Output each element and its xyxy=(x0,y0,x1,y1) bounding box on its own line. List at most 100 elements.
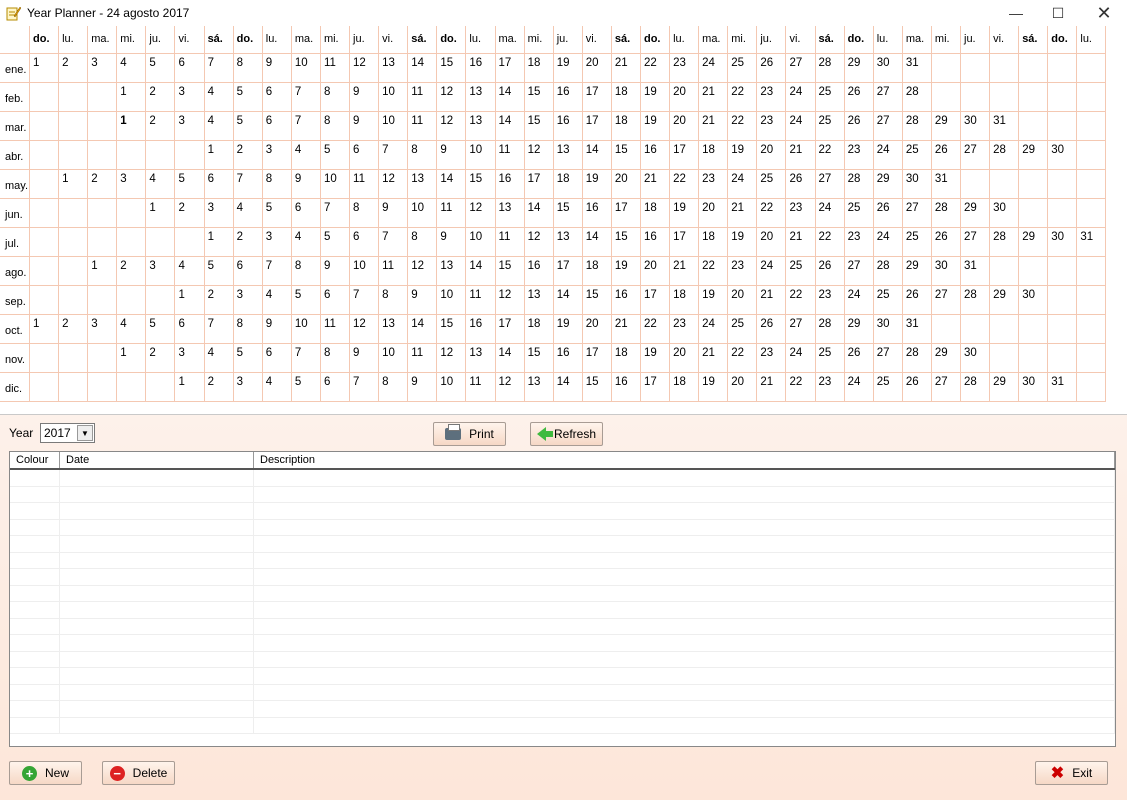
day-cell[interactable]: 15 xyxy=(437,315,467,344)
day-cell[interactable]: 9 xyxy=(379,199,409,228)
day-cell[interactable]: 15 xyxy=(611,228,641,257)
day-cell[interactable]: 28 xyxy=(961,286,991,315)
table-cell[interactable] xyxy=(254,536,1115,552)
print-button[interactable]: Print xyxy=(433,422,506,446)
day-cell[interactable]: 13 xyxy=(466,344,496,373)
day-cell[interactable]: 18 xyxy=(553,170,583,199)
day-cell[interactable]: 11 xyxy=(320,54,351,83)
day-cell[interactable]: 23 xyxy=(757,83,787,112)
day-cell[interactable]: 3 xyxy=(175,344,205,373)
day-cell[interactable]: 7 xyxy=(379,228,409,257)
day-cell[interactable]: 6 xyxy=(320,286,351,315)
day-cell[interactable]: 30 xyxy=(902,170,932,199)
table-cell[interactable] xyxy=(254,635,1115,651)
day-cell[interactable]: 6 xyxy=(262,83,292,112)
day-cell[interactable]: 12 xyxy=(524,141,554,170)
day-cell[interactable]: 7 xyxy=(291,344,321,373)
day-cell[interactable]: 10 xyxy=(379,83,409,112)
day-cell[interactable]: 7 xyxy=(233,170,263,199)
day-cell[interactable]: 19 xyxy=(640,112,671,141)
day-cell[interactable]: 2 xyxy=(175,199,205,228)
day-cell[interactable]: 21 xyxy=(699,83,729,112)
day-cell[interactable]: 24 xyxy=(844,373,874,402)
table-cell[interactable] xyxy=(60,701,254,717)
day-cell[interactable]: 2 xyxy=(204,373,234,402)
table-cell[interactable] xyxy=(10,684,60,700)
day-cell[interactable]: 18 xyxy=(611,344,641,373)
day-cell[interactable]: 4 xyxy=(117,315,147,344)
minimize-button[interactable]: — xyxy=(996,0,1036,26)
day-cell[interactable]: 13 xyxy=(437,257,467,286)
day-cell[interactable]: 3 xyxy=(117,170,147,199)
day-cell[interactable]: 23 xyxy=(757,112,787,141)
day-cell[interactable]: 11 xyxy=(466,286,496,315)
day-cell[interactable]: 3 xyxy=(146,257,176,286)
day-cell[interactable]: 4 xyxy=(291,141,321,170)
day-cell[interactable]: 29 xyxy=(873,170,903,199)
day-cell[interactable]: 7 xyxy=(204,54,234,83)
day-cell[interactable]: 25 xyxy=(815,112,845,141)
day-cell[interactable]: 24 xyxy=(786,83,816,112)
day-cell[interactable]: 10 xyxy=(466,228,496,257)
day-cell[interactable]: 2 xyxy=(146,112,176,141)
day-cell[interactable]: 29 xyxy=(990,286,1020,315)
day-cell[interactable]: 16 xyxy=(553,83,583,112)
day-cell[interactable]: 4 xyxy=(175,257,205,286)
day-cell[interactable]: 5 xyxy=(146,54,176,83)
day-cell[interactable]: 24 xyxy=(699,54,729,83)
day-cell[interactable]: 13 xyxy=(466,112,496,141)
day-cell[interactable]: 4 xyxy=(262,286,292,315)
day-cell[interactable]: 15 xyxy=(582,286,612,315)
day-cell[interactable]: 15 xyxy=(524,112,554,141)
day-cell[interactable]: 25 xyxy=(815,83,845,112)
day-cell[interactable]: 29 xyxy=(931,112,961,141)
day-cell[interactable]: 30 xyxy=(990,199,1020,228)
table-cell[interactable] xyxy=(10,701,60,717)
day-cell[interactable]: 1 xyxy=(30,315,60,344)
day-cell[interactable]: 20 xyxy=(611,170,641,199)
day-cell[interactable]: 14 xyxy=(495,344,525,373)
table-cell[interactable] xyxy=(60,635,254,651)
chevron-down-icon[interactable]: ▼ xyxy=(77,425,93,441)
day-cell[interactable]: 8 xyxy=(408,141,438,170)
day-cell[interactable]: 27 xyxy=(786,54,816,83)
day-cell[interactable]: 31 xyxy=(902,315,932,344)
day-cell[interactable]: 5 xyxy=(146,315,176,344)
table-cell[interactable] xyxy=(254,684,1115,700)
day-cell[interactable]: 23 xyxy=(699,170,729,199)
day-cell[interactable]: 14 xyxy=(524,199,554,228)
table-cell[interactable] xyxy=(254,569,1115,585)
day-cell[interactable]: 18 xyxy=(524,54,554,83)
day-cell[interactable]: 7 xyxy=(350,373,380,402)
day-cell[interactable]: 26 xyxy=(931,228,961,257)
day-cell[interactable]: 12 xyxy=(350,54,380,83)
day-cell[interactable]: 26 xyxy=(844,344,874,373)
day-cell[interactable]: 16 xyxy=(582,199,612,228)
day-cell[interactable]: 12 xyxy=(350,315,380,344)
day-cell[interactable]: 7 xyxy=(291,112,321,141)
day-cell[interactable]: 21 xyxy=(786,228,816,257)
day-cell[interactable]: 5 xyxy=(233,83,263,112)
refresh-button[interactable]: Refresh xyxy=(530,422,603,446)
table-cell[interactable] xyxy=(10,536,60,552)
day-cell[interactable]: 14 xyxy=(553,286,583,315)
day-cell[interactable]: 24 xyxy=(815,199,845,228)
day-cell[interactable]: 19 xyxy=(728,228,758,257)
column-header-colour[interactable]: Colour xyxy=(10,452,60,468)
day-cell[interactable]: 14 xyxy=(437,170,467,199)
day-cell[interactable]: 23 xyxy=(670,315,700,344)
day-cell[interactable]: 9 xyxy=(437,228,467,257)
table-cell[interactable] xyxy=(254,668,1115,684)
day-cell[interactable]: 17 xyxy=(670,228,700,257)
day-cell[interactable]: 15 xyxy=(553,199,583,228)
day-cell[interactable]: 28 xyxy=(902,112,932,141)
day-cell[interactable]: 6 xyxy=(350,141,380,170)
day-cell[interactable]: 2 xyxy=(146,344,176,373)
day-cell[interactable]: 16 xyxy=(466,54,496,83)
day-cell[interactable]: 12 xyxy=(495,373,525,402)
day-cell[interactable]: 26 xyxy=(757,315,787,344)
day-cell[interactable]: 24 xyxy=(786,112,816,141)
events-grid[interactable]: Colour Date Description xyxy=(9,451,1116,747)
day-cell[interactable]: 5 xyxy=(320,228,351,257)
day-cell[interactable]: 19 xyxy=(582,170,612,199)
